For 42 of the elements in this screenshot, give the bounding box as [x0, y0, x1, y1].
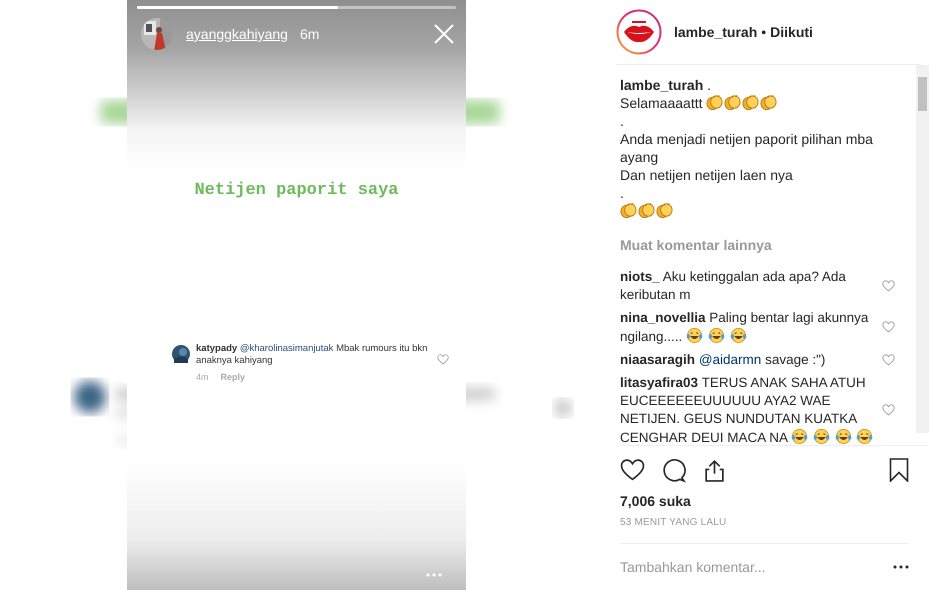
clap-emoji-icon: [620, 202, 637, 220]
comment-text: nina_novellia Paling bentar lagi akunnya ngilang.....: [620, 308, 870, 346]
comment-text: litasyafira03 TERUS ANAK SAHA ATUH EUCEEEEEEUUUUUU AYA2 WAE NETIJEN. GEUS NUNDUTAN KUATKA CENGHAR DEUI MACA NA: [620, 374, 882, 445]
following-label[interactable]: Diikuti: [770, 24, 813, 40]
blurred-avatar: [74, 381, 106, 413]
comment-input[interactable]: Tambahkan komentar...: [620, 559, 893, 576]
clap-emoji-icon: [706, 94, 724, 112]
post-time: 53 MENIT YANG LALU: [620, 517, 728, 528]
clap-emoji-icon: [656, 202, 673, 220]
heart-icon[interactable]: [620, 458, 645, 482]
laughing-emoji-icon: [708, 326, 725, 344]
laughing-emoji-icon: [791, 428, 808, 445]
more-icon[interactable]: [893, 565, 909, 570]
clap-emoji-icon: [760, 94, 778, 112]
laughing-emoji-icon: [686, 326, 704, 344]
comment-text: niots_ Aku ketinggalan ada apa? Ada keributan m: [620, 268, 847, 304]
laughing-emoji-icon: [730, 326, 747, 344]
story-text: Netijen paporit saya: [193, 181, 400, 200]
laughing-emoji-icon: [856, 428, 874, 445]
like-count[interactable]: 7,006 suka: [620, 493, 909, 510]
bookmark-icon[interactable]: [889, 458, 909, 482]
caption-line: Selamaaaattt: [620, 94, 702, 112]
story-comment-text: katypady @kharolinasimanjutak Mbak rumours itu bkn anaknya kahiyang: [196, 343, 428, 367]
caption-line: .: [620, 184, 624, 202]
laughing-emoji-icon: [834, 428, 852, 445]
laughing-emoji-icon: [812, 428, 830, 445]
story-time: 6m: [300, 26, 320, 42]
caption-line: Anda menjadi netijen paporit pilihan mba ayang: [620, 130, 874, 166]
username-link[interactable]: lambe_turah: [674, 24, 758, 40]
comment-text: niaasaragih @aidarmn savage :"): [620, 350, 826, 369]
clap-emoji-icon: [724, 94, 742, 112]
clap-emoji-icon: [742, 94, 760, 112]
caption-line: .: [620, 112, 624, 130]
scrollbar[interactable]: [916, 64, 929, 433]
caption-line: Dan netijen netijen laen nya: [620, 166, 793, 184]
clap-emoji-icon: [638, 202, 655, 220]
lips-logo-icon[interactable]: [616, 9, 662, 56]
comment-icon[interactable]: [661, 458, 686, 483]
caption-line: lambe_turah .: [620, 76, 712, 94]
close-icon[interactable]: [434, 24, 454, 44]
story-comment-time: 4m: [196, 372, 209, 382]
separator-dot: •: [761, 24, 766, 40]
